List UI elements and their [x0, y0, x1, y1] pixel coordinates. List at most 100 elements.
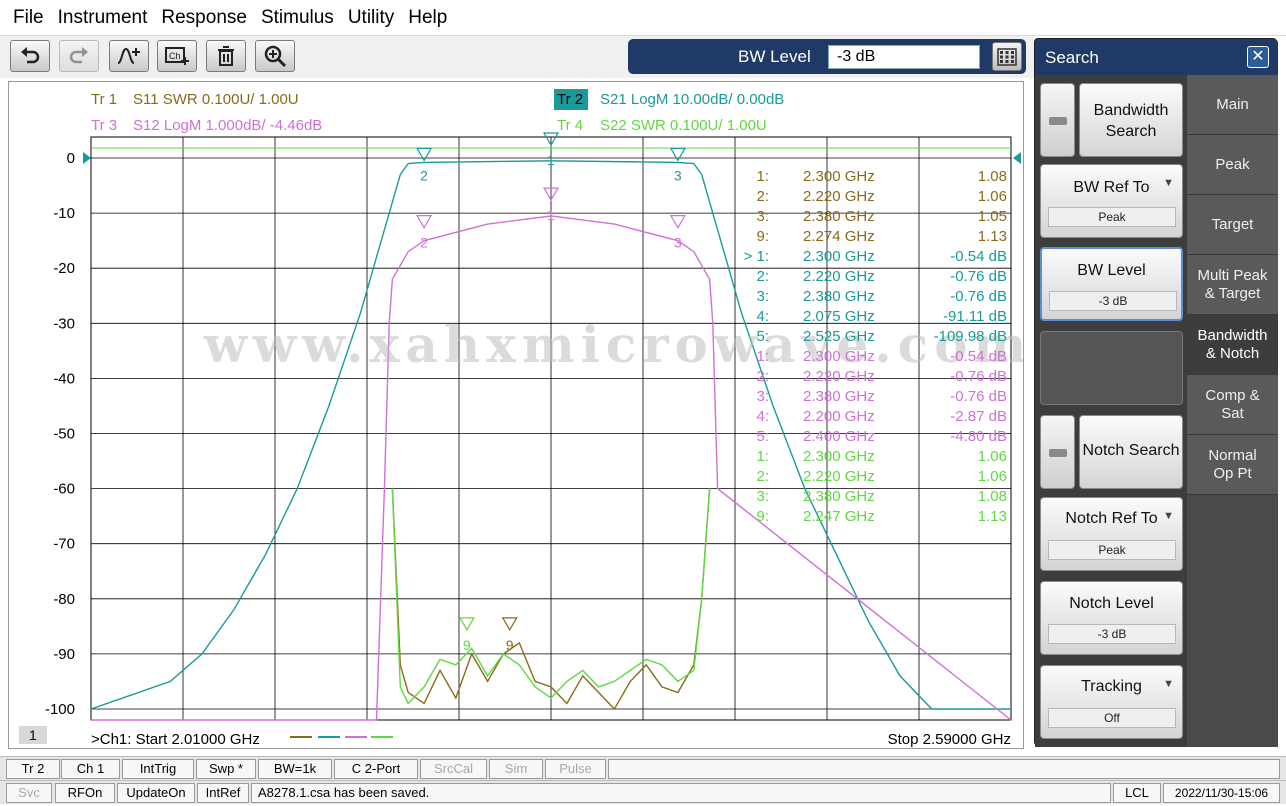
add-channel-button[interactable]: Ch: [157, 40, 197, 72]
notch-search-toggle[interactable]: [1040, 415, 1075, 489]
notch-search-button[interactable]: Notch Search: [1079, 415, 1183, 489]
marker-readout-frequency: 2.300 GHz: [803, 248, 875, 265]
tab-peak[interactable]: Peak: [1187, 135, 1278, 195]
tab-target[interactable]: Target: [1187, 195, 1278, 255]
status-svc[interactable]: Svc: [6, 783, 52, 803]
softkey-bandwidth[interactable]: BW=1k: [258, 759, 332, 779]
tab-main[interactable]: Main: [1187, 75, 1278, 135]
search-panel-buttons: Bandwidth Search BW Ref To ▼ Peak BW Lev…: [1035, 75, 1187, 747]
marker-readout-value: 1.08: [978, 168, 1007, 185]
notch-search-label: Notch Search: [1082, 442, 1180, 459]
marker-9-s11: [501, 617, 518, 632]
redo-button[interactable]: [59, 40, 99, 72]
trace-3-setting: S12 LogM 1.000dB/ -4.46dB: [133, 117, 322, 134]
tab-comp-sat[interactable]: Comp & Sat: [1187, 375, 1278, 435]
y-tick-label: -10: [53, 205, 75, 222]
marker-readout-frequency: 2.220 GHz: [803, 468, 875, 485]
dropdown-arrow-icon: ▼: [1163, 510, 1174, 522]
marker-readout-value: -0.76 dB: [950, 288, 1007, 305]
status-int-ref[interactable]: IntRef: [197, 783, 249, 803]
trace-4-id[interactable]: Tr 4: [557, 117, 583, 134]
marker-readout-value: 1.08: [978, 488, 1007, 505]
softkey-calibration[interactable]: C 2-Port: [334, 759, 418, 779]
notch-level-label: Notch Level: [1069, 595, 1154, 612]
y-tick-label: -70: [53, 536, 75, 553]
trace-2-id[interactable]: Tr 2: [557, 91, 583, 108]
softkey-channel[interactable]: Ch 1: [61, 759, 120, 779]
notch-ref-to-button[interactable]: Notch Ref To ▼ Peak: [1040, 497, 1183, 571]
menu-response[interactable]: Response: [154, 7, 254, 29]
undo-button[interactable]: [10, 40, 50, 72]
channel-icon: Ch: [165, 47, 189, 65]
softkey-pulse[interactable]: Pulse: [545, 759, 606, 779]
menu-instrument[interactable]: Instrument: [51, 7, 155, 29]
bandwidth-search-button[interactable]: Bandwidth Search: [1079, 83, 1183, 157]
softkey-sweep[interactable]: Swp *: [196, 759, 256, 779]
marker-3-s21-label: 3: [674, 167, 682, 183]
marker-readout-number: 1:: [756, 168, 769, 185]
marker-3-s21: [669, 147, 686, 162]
marker-1-s12-label: 1: [547, 207, 555, 223]
status-lcl: LCL: [1113, 783, 1161, 803]
bw-ref-to-button[interactable]: BW Ref To ▼ Peak: [1040, 164, 1183, 238]
marker-readout-value: 1.13: [978, 508, 1007, 525]
search-panel-header: Search ✕: [1035, 39, 1278, 75]
tab-multi-peak-target[interactable]: Multi Peak & Target: [1187, 255, 1278, 315]
tracking-button[interactable]: Tracking ▼ Off: [1040, 665, 1183, 739]
notch-level-button[interactable]: Notch Level -3 dB: [1040, 581, 1183, 655]
status-update-on[interactable]: UpdateOn: [117, 783, 195, 803]
menu-file[interactable]: File: [6, 7, 51, 29]
softkey-trace[interactable]: Tr 2: [6, 759, 60, 779]
marker-readout-frequency: 2.525 GHz: [803, 328, 875, 345]
softkey-trigger[interactable]: IntTrig: [122, 759, 194, 779]
status-message: A8278.1.csa has been saved.: [251, 783, 1111, 803]
channel-softkey-bar: Tr 2 Ch 1 IntTrig Swp * BW=1k C 2-Port S…: [0, 756, 1286, 780]
marker-readout-number: 9:: [756, 228, 769, 245]
marker-readout-value: -0.54 dB: [950, 348, 1007, 365]
trace-3-id[interactable]: Tr 3: [91, 117, 117, 134]
tab-bandwidth-notch[interactable]: Bandwidth & Notch: [1187, 315, 1278, 375]
start-frequency[interactable]: >Ch1: Start 2.01000 GHz: [91, 731, 260, 748]
marker-readout-number: 3:: [756, 288, 769, 305]
status-datetime: 2022/11/30-15:06: [1163, 783, 1280, 803]
close-panel-button[interactable]: ✕: [1247, 46, 1269, 68]
y-tick-label: -40: [53, 370, 75, 387]
y-tick-label: 0: [67, 150, 75, 167]
status-rf-on[interactable]: RFOn: [55, 783, 115, 803]
zoom-button[interactable]: [255, 40, 295, 72]
softkey-sim[interactable]: Sim: [489, 759, 543, 779]
marker-readout-frequency: 2.380 GHz: [803, 388, 875, 405]
marker-readout-frequency: 2.274 GHz: [803, 228, 875, 245]
bw-level-input[interactable]: -3 dB: [828, 45, 980, 69]
bw-level-button[interactable]: BW Level -3 dB: [1040, 247, 1183, 321]
delete-button[interactable]: [206, 40, 246, 72]
marker-readout-value: -0.76 dB: [950, 268, 1007, 285]
softkey-srccal[interactable]: SrcCal: [420, 759, 487, 779]
keypad-icon: [997, 47, 1017, 66]
marker-readout-frequency: 2.075 GHz: [803, 308, 875, 325]
marker-readout-frequency: 2.220 GHz: [803, 368, 875, 385]
marker-readout-number: 5:: [756, 428, 769, 445]
measurement-window[interactable]: Tr 1 S11 SWR 0.100U/ 1.00U Tr 2 S21 LogM…: [8, 81, 1024, 749]
marker-2-s21: [416, 147, 433, 162]
bw-ref-to-value: Peak: [1048, 207, 1176, 227]
tab-normal-op-pt[interactable]: Normal Op Pt: [1187, 435, 1278, 495]
marker-1-s21-label: 1: [547, 152, 555, 168]
marker-readout-value: 1.06: [978, 188, 1007, 205]
menu-stimulus[interactable]: Stimulus: [254, 7, 341, 29]
add-trace-button[interactable]: [109, 40, 149, 72]
y-tick-label: -80: [53, 591, 75, 608]
menu-help[interactable]: Help: [401, 7, 454, 29]
marker-2-s12-label: 2: [420, 235, 428, 251]
search-panel: Search ✕ Bandwidth Search BW Ref To ▼ Pe…: [1034, 38, 1278, 747]
trace-2-setting: S21 LogM 10.00dB/ 0.00dB: [600, 91, 784, 108]
bandwidth-search-toggle[interactable]: [1040, 83, 1075, 157]
menu-utility[interactable]: Utility: [341, 7, 401, 29]
y-tick-label: -90: [53, 646, 75, 663]
trace-1-id[interactable]: Tr 1: [91, 91, 117, 108]
softkey-spacer: [608, 759, 1280, 779]
stop-frequency[interactable]: Stop 2.59000 GHz: [888, 731, 1011, 748]
marker-readout-value: -0.76 dB: [950, 368, 1007, 385]
keypad-button[interactable]: [992, 42, 1022, 71]
marker-readout-number: 9:: [756, 508, 769, 525]
